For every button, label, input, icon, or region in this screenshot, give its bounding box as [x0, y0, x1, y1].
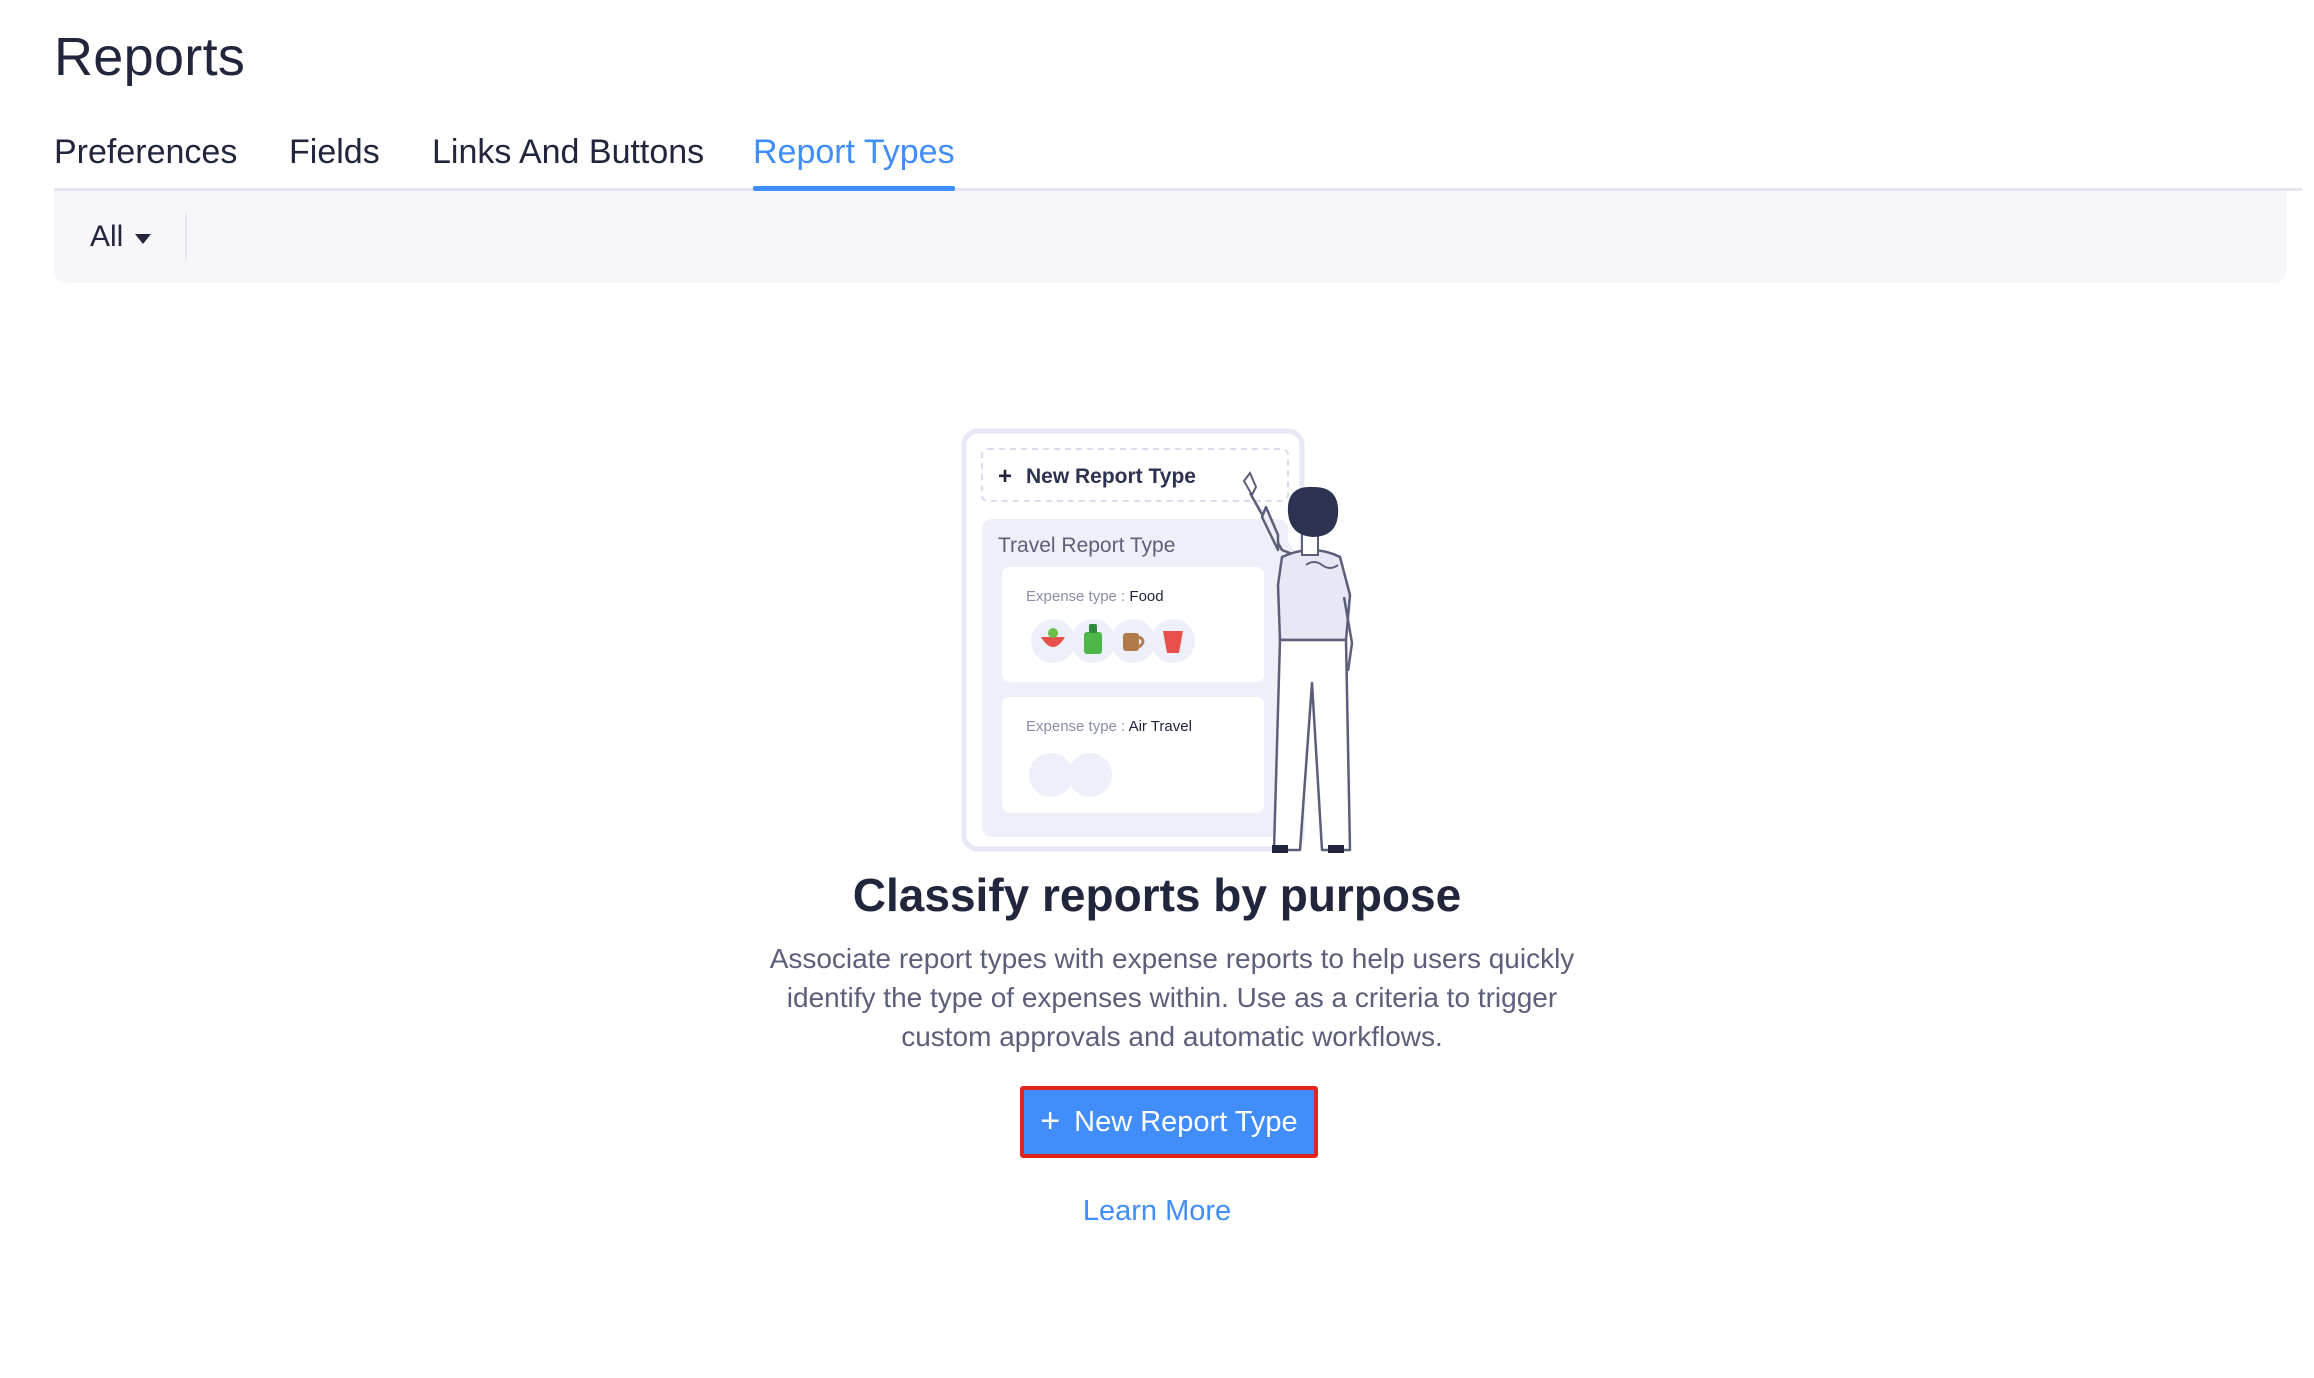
filter-bar: All: [54, 191, 2286, 283]
tab-preferences[interactable]: Preferences: [54, 128, 237, 188]
illustration-air-label: Expense type : Air Travel: [1026, 718, 1192, 735]
plus-icon: +: [1040, 1101, 1061, 1140]
empty-state-description: Associate report types with expense repo…: [769, 943, 1575, 1052]
filter-selected-value: All: [90, 220, 124, 253]
settings-tabs: Preferences Fields Links And Buttons Rep…: [54, 128, 2302, 191]
page-title: Reports: [54, 27, 246, 87]
illustration-card-title: Travel Report Type: [998, 534, 1175, 557]
tab-report-types[interactable]: Report Types: [753, 128, 955, 191]
filter-dropdown[interactable]: All: [90, 215, 152, 259]
placeholder-circle-icon: [1068, 753, 1112, 797]
new-report-type-button-label: New Report Type: [1074, 1105, 1298, 1138]
illustration-food-label: Expense type : Food: [1026, 588, 1164, 605]
empty-state-heading: Classify reports by purpose: [852, 869, 1462, 921]
filter-divider: [185, 213, 187, 261]
learn-more-link[interactable]: Learn More: [1083, 1195, 1231, 1227]
plus-icon: +: [998, 463, 1012, 490]
caret-down-icon: [135, 234, 152, 244]
illustration-new-button-label: New Report Type: [1026, 465, 1196, 488]
illustration-air-card: [1002, 697, 1264, 813]
tab-links-and-buttons[interactable]: Links And Buttons: [432, 128, 704, 188]
learn-more-row: Learn More: [0, 1195, 2314, 1228]
new-report-type-button[interactable]: + New Report Type: [1020, 1086, 1318, 1158]
empty-state-illustration: + New Report Type Travel Report Type Exp…: [961, 428, 1354, 853]
placeholder-circle-icon: [1029, 753, 1073, 797]
tab-fields[interactable]: Fields: [289, 128, 380, 188]
tab-report-types-label: Report Types: [753, 133, 955, 171]
